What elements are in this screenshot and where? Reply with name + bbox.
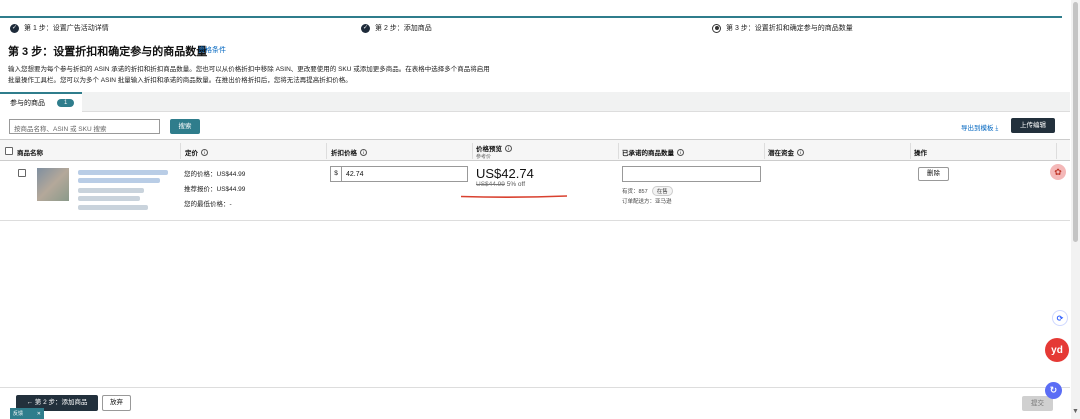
tab-participating-products[interactable]: 参与的商品 1: [0, 92, 82, 112]
header-preview-sub: 参考价: [476, 154, 492, 160]
step-3-label: 第 3 步：设置折扣和确定参与的商品数量: [726, 25, 853, 32]
close-icon[interactable]: ✕: [37, 411, 41, 417]
product-title-blurred[interactable]: [78, 178, 160, 183]
header-discount: 折扣价格 i: [331, 147, 367, 157]
download-icon: ⤓: [995, 125, 999, 132]
footer-divider: [0, 387, 1070, 388]
check-circle-icon: ✓: [361, 23, 370, 33]
header-price-label: 定价: [185, 150, 198, 157]
header-committed-label: 已承诺的商品数量: [622, 150, 674, 157]
scroll-down-arrow-icon[interactable]: ▼: [1072, 408, 1079, 415]
column-divider: [472, 143, 473, 159]
header-preview: 价格预览 i: [476, 143, 512, 153]
info-icon[interactable]: i: [505, 144, 512, 152]
header-price: 定价 i: [185, 147, 208, 157]
header-product-label: 商品名称: [17, 150, 43, 157]
fulfillment-info: 订单配送方：亚马逊: [622, 199, 672, 205]
scrollbar-thumb[interactable]: [1073, 2, 1078, 242]
step-indicator: ✓ 第 1 步：设置广告活动详情 ✓ 第 2 步：添加商品 第 3 步：设置折扣…: [10, 23, 1060, 35]
export-label: 导出到模板: [961, 125, 994, 132]
header-potential: 潜在资金 i: [768, 147, 804, 157]
header-product: 商品名称: [17, 147, 43, 157]
info-icon[interactable]: i: [360, 148, 367, 156]
product-asin-blurred: [78, 188, 144, 193]
list-price: 推荐报价：US$44.99: [184, 186, 246, 193]
discount-price-value: 42.74: [346, 170, 364, 178]
stock-tag: 在售: [651, 186, 673, 196]
lowest-price: 您的最低价格：-: [184, 201, 232, 208]
select-all-checkbox[interactable]: [5, 147, 13, 155]
search-button[interactable]: 搜索: [170, 119, 200, 134]
header-preview-label: 价格预览: [476, 146, 502, 153]
column-divider: [326, 143, 327, 159]
feedback-tab[interactable]: 反馈 ✕: [10, 408, 44, 419]
check-circle-icon: ✓: [10, 23, 19, 33]
column-divider: [910, 143, 911, 159]
youdao-icon[interactable]: yd: [1045, 338, 1069, 362]
extension-icon[interactable]: ✿: [1050, 164, 1066, 180]
column-divider: [618, 143, 619, 159]
discount-price-input[interactable]: $ 42.74: [330, 166, 468, 182]
page-title: 第 3 步：设置折扣和确定参与的商品数量: [8, 46, 208, 58]
column-divider: [1056, 143, 1057, 159]
product-title-blurred[interactable]: [78, 170, 168, 175]
upload-edit-button[interactable]: 上传编辑: [1011, 118, 1055, 133]
info-icon[interactable]: i: [201, 148, 208, 156]
stock-count: 有货：857: [622, 189, 648, 195]
original-price: US$44.99: [476, 181, 505, 188]
step-1[interactable]: ✓ 第 1 步：设置广告活动详情: [10, 23, 109, 33]
description-line-2: 批量操作工具栏。您可以为多个 ASIN 批量输入折扣和承诺的商品数量。在推出价格…: [8, 77, 352, 84]
column-divider: [180, 143, 181, 159]
step-3: 第 3 步：设置折扣和确定参与的商品数量: [712, 23, 853, 33]
submit-button[interactable]: 提交: [1022, 396, 1053, 411]
description-line-1: 输入您想要为每个参与折扣的 ASIN 承诺的折扣和折扣商品数量。您也可以从价格折…: [8, 66, 490, 73]
original-price-line: US$44.99 5% off: [476, 181, 525, 188]
eligibility-link[interactable]: 资格条件: [198, 45, 226, 55]
info-icon[interactable]: i: [677, 148, 684, 156]
annotation-underline: [460, 195, 568, 198]
header-potential-label: 潜在资金: [768, 150, 794, 157]
step-2-label: 第 2 步：添加商品: [375, 25, 432, 32]
abandon-button[interactable]: 放弃: [102, 395, 131, 411]
header-committed: 已承诺的商品数量 i: [622, 147, 684, 157]
page-description: 输入您想要为每个参与折扣的 ASIN 承诺的折扣和折扣商品数量。您也可以从价格折…: [8, 64, 568, 86]
table-header: 商品名称 定价 i 折扣价格 i 价格预览 i 参考价 已承诺的商品数量 i 潜在资金 i…: [0, 139, 1070, 161]
preview-price: US$42.74: [476, 166, 534, 181]
header-actions-label: 操作: [914, 150, 927, 157]
count-badge: 1: [57, 99, 75, 107]
committed-quantity-input[interactable]: [622, 166, 761, 182]
delete-button[interactable]: 删除: [918, 167, 949, 181]
row-checkbox[interactable]: [18, 169, 26, 177]
header-actions: 操作: [914, 147, 927, 157]
product-meta-blurred: [78, 205, 148, 210]
tab-bar: 参与的商品 1: [0, 92, 1070, 112]
link-extension-icon[interactable]: ↻: [1045, 382, 1062, 399]
info-icon[interactable]: i: [797, 148, 804, 156]
column-divider: [764, 143, 765, 159]
feedback-label: 反馈: [13, 411, 24, 417]
stock-info: 有货：857 在售: [622, 186, 673, 196]
radio-current-icon: [712, 23, 721, 33]
step-1-label: 第 1 步：设置广告活动详情: [24, 25, 109, 32]
translate-extension-icon[interactable]: ⟳: [1052, 310, 1068, 326]
product-sku-blurred: [78, 196, 140, 201]
export-template-link[interactable]: 导出到模板 ⤓: [961, 122, 998, 133]
header-discount-label: 折扣价格: [331, 150, 357, 157]
your-price: 您的价格：US$44.99: [184, 171, 246, 178]
search-input[interactable]: 按商品名称、ASIN 或 SKU 搜索: [9, 119, 160, 134]
currency-prefix: $: [331, 167, 342, 181]
tab-label: 参与的商品: [10, 100, 45, 107]
progress-bar-line: [0, 16, 1062, 18]
product-thumbnail: [37, 168, 69, 201]
percent-off: 5% off: [506, 181, 526, 188]
step-2[interactable]: ✓ 第 2 步：添加商品: [361, 23, 432, 33]
